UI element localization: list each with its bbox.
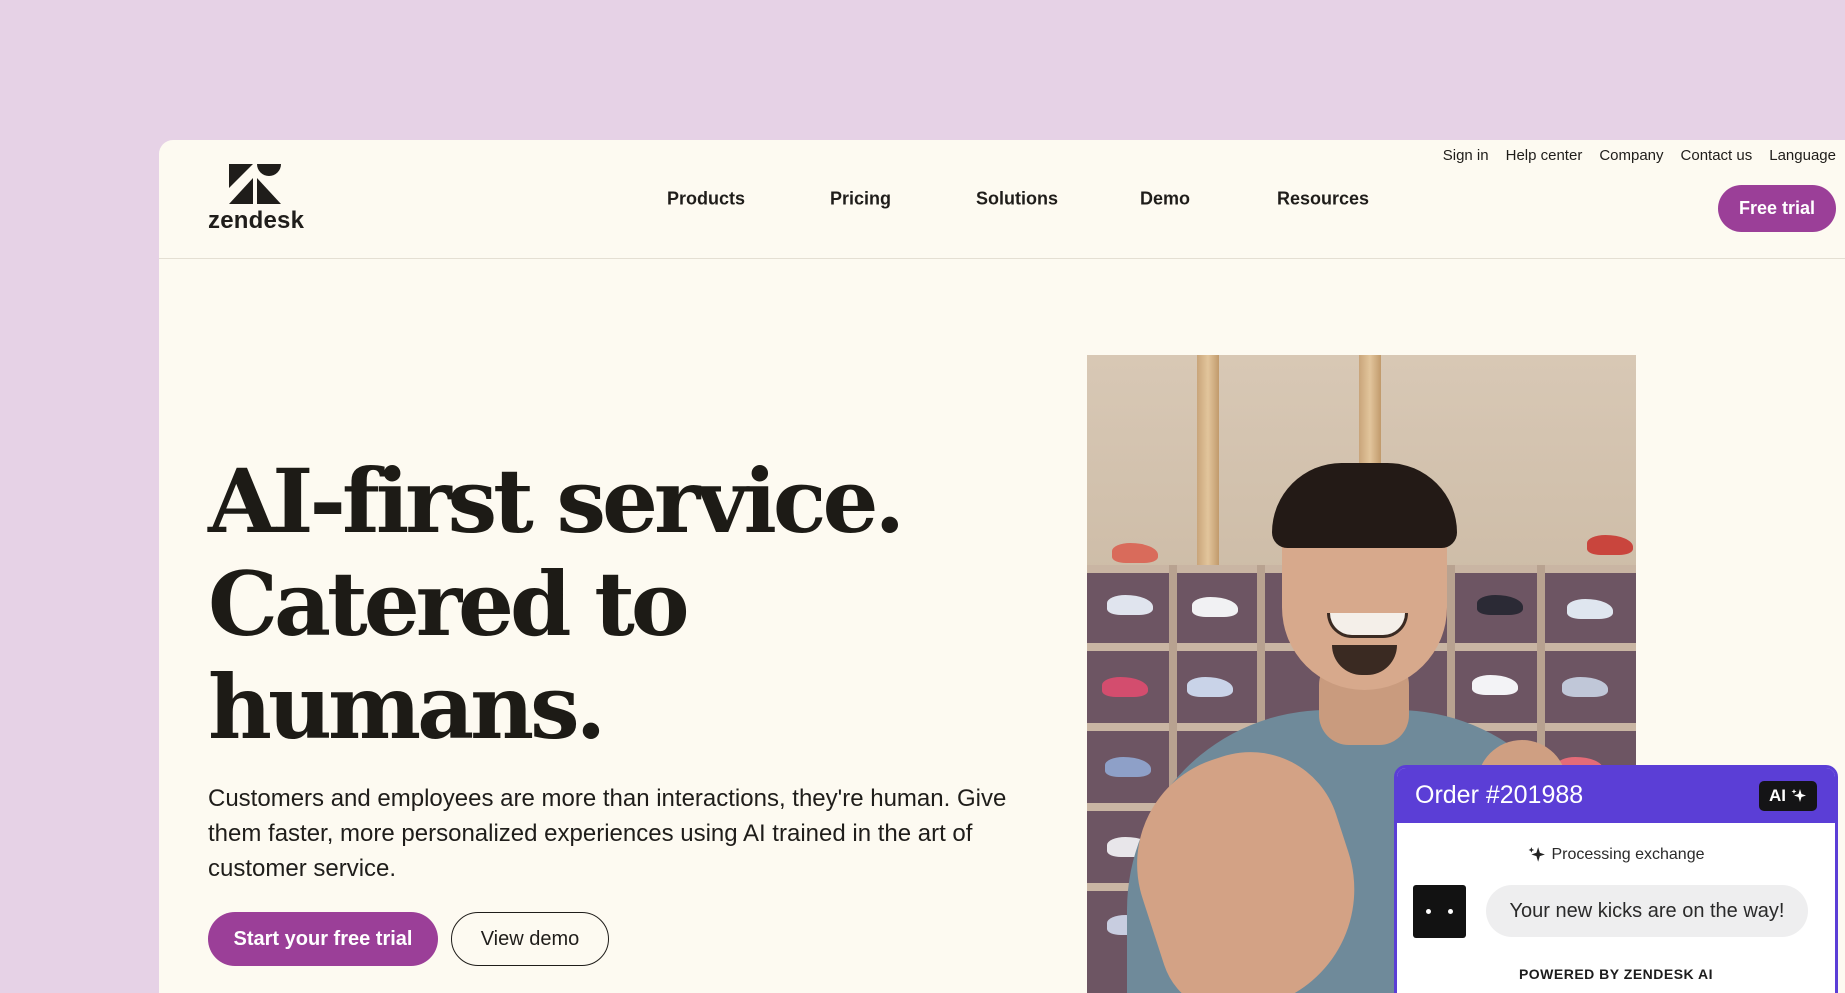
zendesk-logo-icon bbox=[229, 164, 281, 204]
sparkle-icon bbox=[1528, 847, 1545, 862]
contact-us-link[interactable]: Contact us bbox=[1681, 147, 1753, 164]
help-center-link[interactable]: Help center bbox=[1506, 147, 1583, 164]
sparkle-icon bbox=[1791, 788, 1806, 802]
shoe bbox=[1192, 597, 1238, 617]
bot-avatar-icon bbox=[1413, 885, 1466, 938]
shoe bbox=[1477, 595, 1523, 615]
headline-line-1: AI-first service. bbox=[208, 449, 905, 553]
company-link[interactable]: Company bbox=[1599, 147, 1663, 164]
nav-pricing[interactable]: Pricing bbox=[830, 189, 891, 210]
ai-badge-label: AI bbox=[1769, 785, 1786, 805]
utility-nav: Sign in Help center Company Contact us L… bbox=[1443, 140, 1845, 170]
nav-demo[interactable]: Demo bbox=[1140, 189, 1190, 210]
zendesk-logo[interactable]: zendesk bbox=[208, 164, 305, 234]
processing-status-label: Processing exchange bbox=[1551, 846, 1705, 863]
shoe bbox=[1567, 599, 1613, 619]
shoe bbox=[1105, 757, 1151, 777]
language-link[interactable]: Language bbox=[1769, 147, 1836, 164]
bot-eye bbox=[1426, 909, 1431, 914]
order-title: Order #201988 bbox=[1415, 781, 1584, 809]
processing-status: Processing exchange bbox=[1397, 846, 1835, 864]
chat-message-bubble: Your new kicks are on the way! bbox=[1486, 885, 1808, 937]
nav-resources[interactable]: Resources bbox=[1277, 189, 1369, 210]
free-trial-button[interactable]: Free trial bbox=[1718, 185, 1836, 232]
hero-subcopy: Customers and employees are more than in… bbox=[208, 785, 1007, 882]
shoe bbox=[1562, 677, 1608, 697]
start-free-trial-button[interactable]: Start your free trial bbox=[208, 912, 438, 966]
nav-products[interactable]: Products bbox=[667, 189, 745, 210]
shoe bbox=[1107, 595, 1153, 615]
shoe bbox=[1102, 677, 1148, 697]
person-smile bbox=[1327, 613, 1408, 638]
brand-wordmark: zendesk bbox=[208, 207, 305, 234]
sign-in-link[interactable]: Sign in bbox=[1443, 147, 1489, 164]
shoe bbox=[1472, 675, 1518, 695]
nav-solutions[interactable]: Solutions bbox=[976, 189, 1058, 210]
headline-line-2: Catered to bbox=[208, 552, 690, 656]
bot-eye bbox=[1448, 909, 1453, 914]
view-demo-button[interactable]: View demo bbox=[451, 912, 609, 966]
shoe bbox=[1187, 677, 1233, 697]
photo-beam bbox=[1197, 355, 1219, 570]
order-status-card: Order #201988 AI Processing exchange You… bbox=[1394, 765, 1838, 993]
top-navbar: Sign in Help center Company Contact us L… bbox=[159, 140, 1845, 259]
browser-page: Sign in Help center Company Contact us L… bbox=[159, 140, 1845, 993]
headline-line-3: humans. bbox=[208, 655, 606, 759]
ai-badge: AI bbox=[1759, 780, 1817, 811]
order-card-header: Order #201988 AI bbox=[1397, 768, 1835, 823]
hero-headline: AI-first service. Catered to humans. bbox=[208, 449, 905, 759]
powered-by-label: POWERED BY ZENDESK AI bbox=[1518, 966, 1714, 982]
